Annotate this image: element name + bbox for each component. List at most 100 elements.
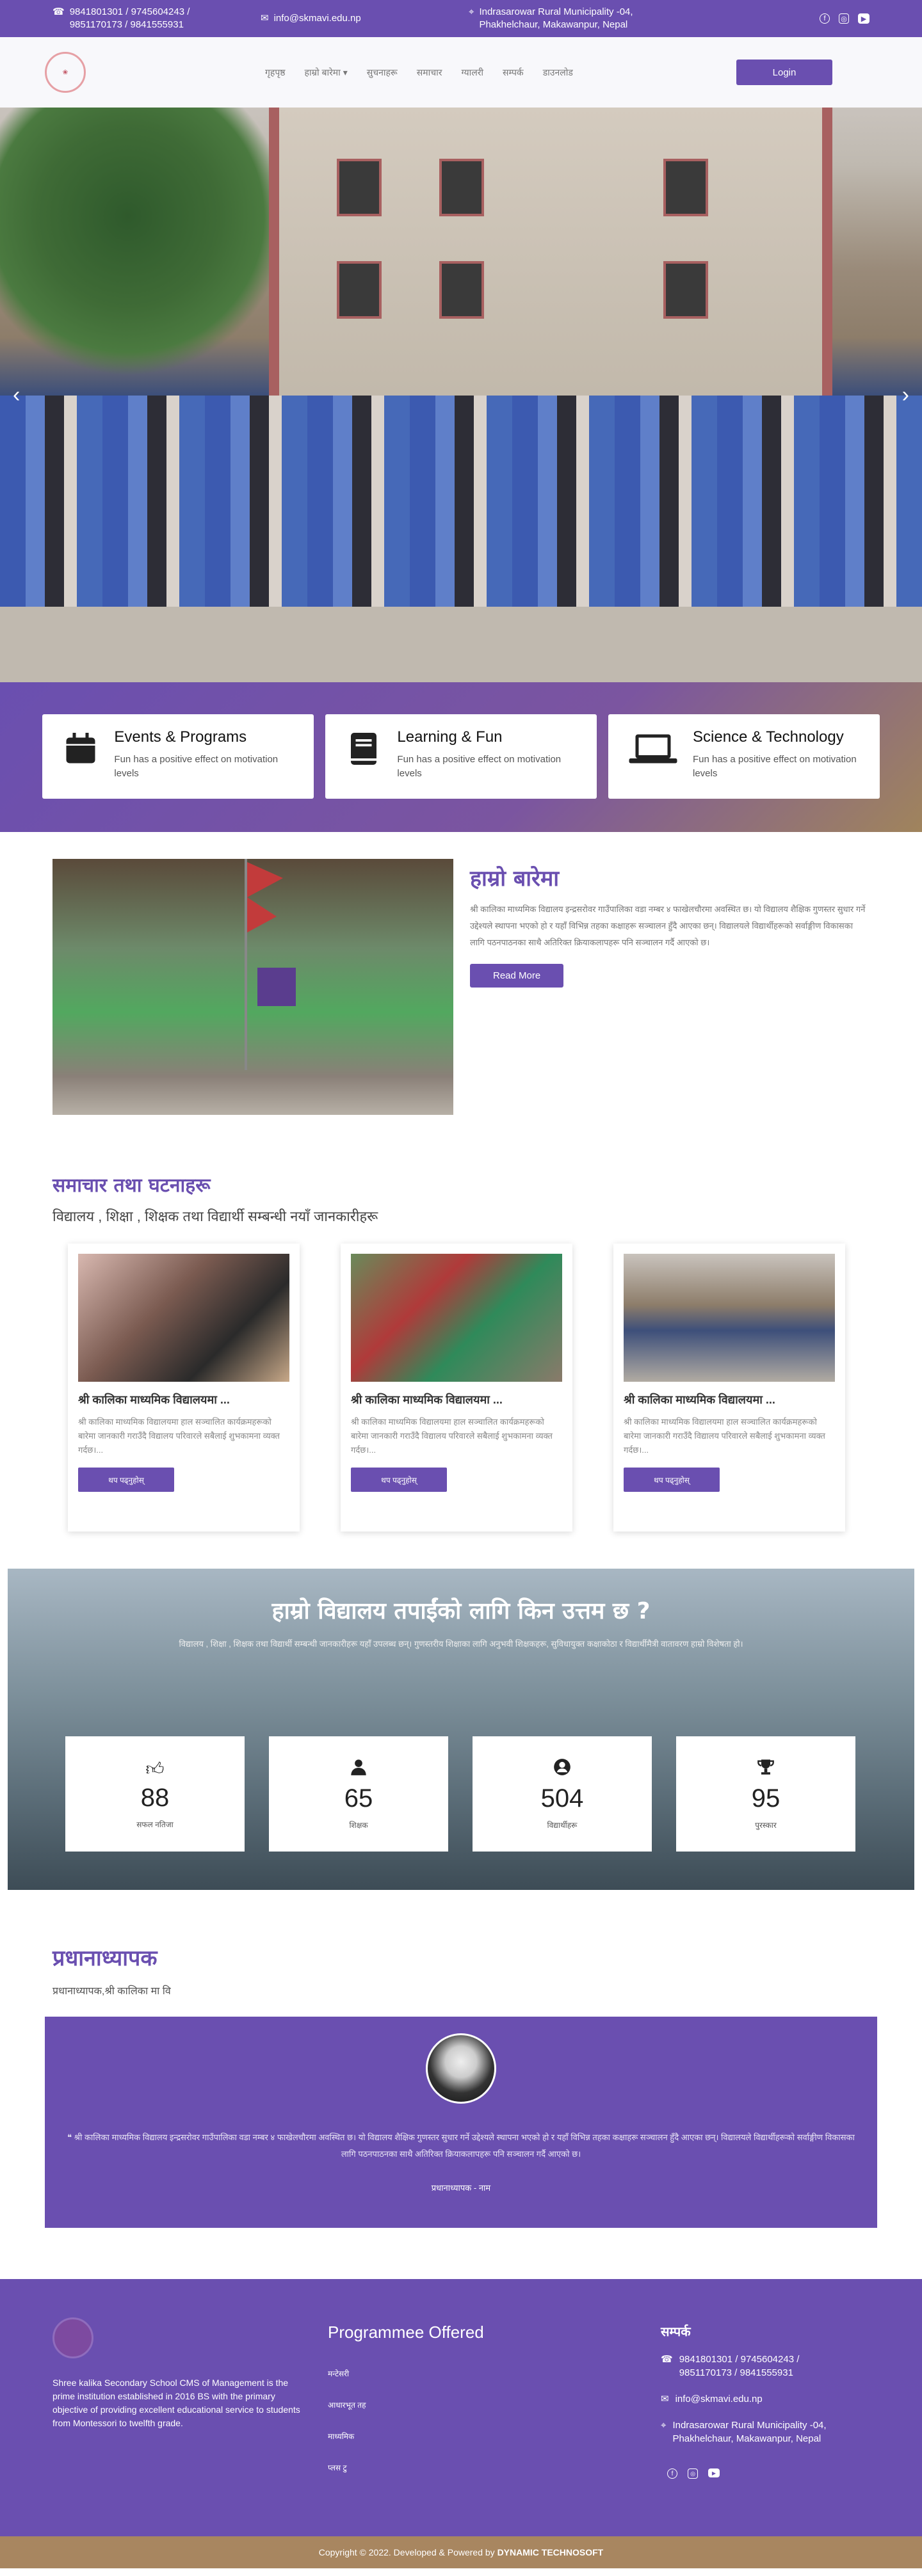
feature-title: Events & Programs <box>114 728 247 746</box>
footer-address: ⌖ Indrasarowar Rural Municipality -04, Ph… <box>661 2420 827 2444</box>
nav-item-gallery[interactable]: ग्यालरी <box>462 67 484 79</box>
trophy-icon <box>757 1758 775 1780</box>
laptop-icon <box>627 728 679 769</box>
top-email[interactable]: ✉ info@skmavi.edu.np <box>261 12 469 25</box>
feature-text: Fun has a positive effect on motivation … <box>693 754 857 779</box>
hero-slider: ‹ › <box>0 108 922 682</box>
read-more-button[interactable]: Read More <box>470 964 564 988</box>
feature-card[interactable]: Science & Technology Fun has a positive … <box>608 714 880 799</box>
book-icon <box>344 728 383 769</box>
news-card[interactable]: श्री कालिका माध्यमिक विद्यालयमा ... श्री… <box>68 1244 300 1532</box>
nav-menu: गृहपृष्ठ हाम्रो बारेमा ▾ सुचनाहरू समाचार… <box>265 67 573 79</box>
stats-section: हाम्रो विद्यालय तपाईंको लागि किन उत्तम छ… <box>8 1569 914 1890</box>
testimonial-subtitle: प्रधानाध्यापक,श्री कालिका मा वि <box>53 1986 171 1997</box>
slider-next-icon[interactable]: › <box>902 383 909 408</box>
copyright-bar: Copyright © 2022. Developed & Powered by… <box>0 2536 922 2568</box>
top-phone-text: 9841801301 / 9745604243 / 9851170173 / 9… <box>69 6 190 30</box>
feature-card[interactable]: Events & Programs Fun has a positive eff… <box>42 714 314 799</box>
news-card[interactable]: श्री कालिका माध्यमिक विद्यालयमा ... श्री… <box>341 1244 572 1532</box>
user-icon <box>350 1758 368 1780</box>
stat-label: पुरस्कार <box>755 1820 777 1830</box>
school-logo[interactable]: ❀ <box>45 52 86 93</box>
instagram-icon[interactable]: ◎ <box>839 13 849 24</box>
slider-prev-icon[interactable]: ‹ <box>13 383 20 408</box>
stat-value: 65 <box>344 1784 373 1812</box>
facebook-icon[interactable]: f <box>667 2468 677 2479</box>
top-address-text: Indrasarowar Rural Municipality -04, Pha… <box>479 6 633 30</box>
developer-link[interactable]: DYNAMIC TECHNOSOFT <box>497 2547 604 2557</box>
calendar-icon <box>61 728 100 769</box>
feature-card[interactable]: Learning & Fun Fun has a positive effect… <box>325 714 597 799</box>
nav-item-notices[interactable]: सुचनाहरू <box>367 67 398 79</box>
news-card-title[interactable]: श्री कालिका माध्यमिक विद्यालयमा ... <box>351 1392 562 1407</box>
news-image[interactable] <box>351 1254 562 1382</box>
facebook-icon[interactable]: f <box>820 13 830 24</box>
top-bar: ☎ 9841801301 / 9745604243 / 9851170173 /… <box>0 0 922 37</box>
news-read-button[interactable]: थप पढ्नुहोस् <box>351 1468 447 1492</box>
footer: Shree kalika Secondary School CMS of Man… <box>0 2279 922 2536</box>
youtube-icon[interactable]: ▶ <box>858 13 869 24</box>
testimonial-section: प्रधानाध्यापक प्रधानाध्यापक,श्री कालिका … <box>0 1890 922 2228</box>
news-card[interactable]: श्री कालिका माध्यमिक विद्यालयमा ... श्री… <box>613 1244 845 1532</box>
footer-logo[interactable] <box>53 2317 93 2358</box>
news-card-text: श्री कालिका माध्यमिक विद्यालयमा हाल सञ्च… <box>351 1417 553 1455</box>
footer-program-item[interactable]: प्लस टु <box>328 2462 661 2473</box>
hero-building <box>269 108 832 408</box>
stats-text: विद्यालय , शिक्षा , शिक्षक तथा विद्यार्थ… <box>179 1639 743 1649</box>
testimonial-title: प्रधानाध्यापक <box>53 1946 158 1971</box>
news-image[interactable] <box>624 1254 835 1382</box>
news-section: समाचार तथा घटनाहरू विद्यालय , शिक्षा , श… <box>0 1147 922 1532</box>
top-social: f ◎ ▶ <box>820 13 869 24</box>
news-read-button[interactable]: थप पढ्नुहोस् <box>78 1468 174 1492</box>
thumbs-up-icon: 👍︎ <box>145 1759 165 1779</box>
email-icon: ✉ <box>661 2394 669 2404</box>
nav-item-home[interactable]: गृहपृष्ठ <box>265 67 286 79</box>
news-card-title[interactable]: श्री कालिका माध्यमिक विद्यालयमा ... <box>624 1392 835 1407</box>
feature-text: Fun has a positive effect on motivation … <box>114 754 279 779</box>
login-button[interactable]: Login <box>736 60 832 85</box>
copyright-text: Copyright © 2022. Developed & Powered by <box>318 2547 495 2557</box>
nav-item-contact[interactable]: सम्पर्क <box>503 67 524 79</box>
stat-label: सफल नतिजा <box>136 1820 174 1829</box>
instagram-icon[interactable]: ◎ <box>688 2468 698 2479</box>
news-read-button[interactable]: थप पढ्नुहोस् <box>624 1468 720 1492</box>
about-title: हाम्रो बारेमा <box>470 866 560 892</box>
stat-label: विद्यार्थीहरू <box>547 1820 578 1830</box>
top-phone: ☎ 9841801301 / 9745604243 / 9851170173 /… <box>53 6 261 31</box>
footer-program-item[interactable]: मन्टेसरी <box>328 2368 661 2379</box>
hero-tree <box>0 108 282 383</box>
top-email-text[interactable]: info@skmavi.edu.np <box>274 12 361 25</box>
testimonial-quote: ❝ श्री कालिका माध्यमिक विद्यालय इन्द्रसर… <box>67 2132 855 2159</box>
stats-title: हाम्रो विद्यालय तपाईंको लागि किन उत्तम छ… <box>271 1598 651 1624</box>
news-card-title[interactable]: श्री कालिका माध्यमिक विद्यालयमा ... <box>78 1392 289 1407</box>
stat-label: शिक्षक <box>349 1820 368 1830</box>
about-section: हाम्रो बारेमा श्री कालिका माध्यमिक विद्य… <box>0 832 922 1147</box>
news-title: समाचार तथा घटनाहरू <box>53 1174 211 1197</box>
nav-item-about[interactable]: हाम्रो बारेमा ▾ <box>305 67 348 79</box>
stat-card: 504 विद्यार्थीहरू <box>473 1736 652 1852</box>
footer-contact-title: सम्पर्क <box>661 2325 691 2339</box>
news-card-text: श्री कालिका माध्यमिक विद्यालयमा हाल सञ्च… <box>624 1417 825 1455</box>
stat-card: 65 शिक्षक <box>269 1736 448 1852</box>
quote-icon: ❝ <box>67 2132 74 2142</box>
location-icon: ⌖ <box>469 6 474 17</box>
footer-email[interactable]: ✉ info@skmavi.edu.np <box>661 2392 832 2406</box>
nav-item-download[interactable]: डाउनलोड <box>543 67 573 79</box>
footer-programs-title: Programmee Offered <box>328 2323 484 2342</box>
feature-title: Science & Technology <box>693 728 844 746</box>
youtube-icon[interactable]: ▶ <box>708 2468 720 2477</box>
features-section: Events & Programs Fun has a positive eff… <box>0 682 922 832</box>
phone-icon: ☎ <box>53 6 65 17</box>
feature-title: Learning & Fun <box>397 728 503 746</box>
user-circle-icon <box>553 1758 571 1780</box>
footer-program-item[interactable]: माध्यमिक <box>328 2431 661 2442</box>
news-image[interactable] <box>78 1254 289 1382</box>
footer-about: Shree kalika Secondary School CMS of Man… <box>53 2378 300 2428</box>
testimonial-box: ❝ श्री कालिका माध्यमिक विद्यालय इन्द्रसर… <box>45 2017 877 2228</box>
main-nav: ❀ गृहपृष्ठ हाम्रो बारेमा ▾ सुचनाहरू समाच… <box>0 37 922 108</box>
nav-item-news[interactable]: समाचार <box>417 67 442 79</box>
hero-ground <box>0 607 922 682</box>
stat-value: 504 <box>540 1784 584 1812</box>
footer-program-item[interactable]: आधारभूत तह <box>328 2399 661 2410</box>
stat-value: 95 <box>751 1784 780 1812</box>
